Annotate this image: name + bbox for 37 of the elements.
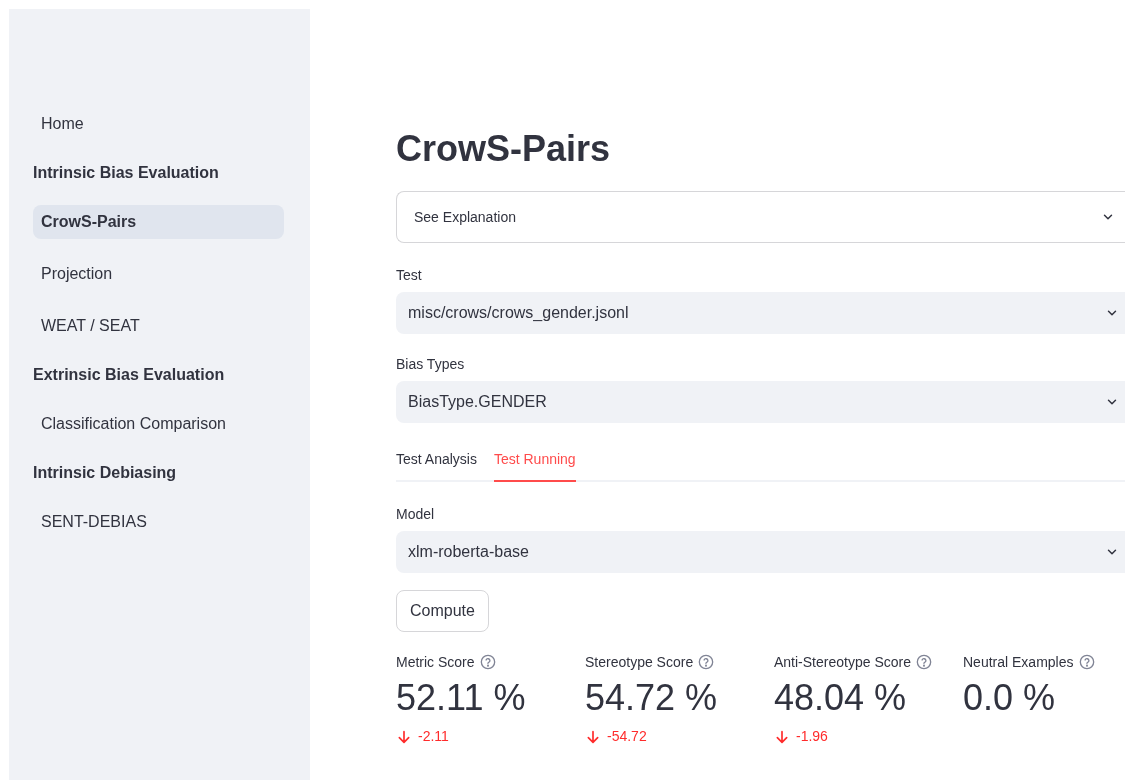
metric-delta: -1.96 <box>796 727 828 746</box>
help-icon[interactable] <box>915 654 932 670</box>
metric-value: 0.0 % <box>963 676 1057 720</box>
sidebar-section-heading: Extrinsic Bias Evaluation <box>33 365 226 385</box>
sidebar-item[interactable]: CrowS-Pairs <box>33 205 284 239</box>
metric-value: 54.72 % <box>585 676 719 720</box>
metric-label: Neutral Examples <box>963 652 1074 672</box>
select-field[interactable]: BiasType.GENDER <box>396 381 1125 423</box>
sidebar-section-heading: Intrinsic Bias Evaluation <box>33 163 220 183</box>
page-title: CrowS-Pairs <box>396 127 612 171</box>
down-arrow-icon <box>774 728 790 745</box>
sidebar-item[interactable]: Home <box>33 107 284 141</box>
metric-value: 52.11 % <box>396 676 527 720</box>
metric-label: Stereotype Score <box>585 652 694 672</box>
help-icon[interactable] <box>698 654 715 670</box>
field-label: Test <box>396 267 423 284</box>
select-field[interactable]: misc/crows/crows_gender.jsonl <box>396 292 1125 334</box>
metric-delta: -2.11 <box>418 727 449 746</box>
select-field[interactable]: xlm-roberta-base <box>396 531 1125 573</box>
compute-button[interactable]: Compute <box>396 590 489 632</box>
help-icon[interactable] <box>1078 654 1095 670</box>
sidebar-item[interactable]: SENT-DEBIAS <box>33 505 284 539</box>
field-label: Bias Types <box>396 356 466 373</box>
sidebar-section-heading: Intrinsic Debiasing <box>33 463 178 483</box>
metric-value: 48.04 % <box>774 676 908 720</box>
sidebar-item[interactable]: Classification Comparison <box>33 407 284 441</box>
sidebar-item[interactable]: Projection <box>33 257 284 291</box>
expander[interactable]: See Explanation <box>396 191 1125 243</box>
metric-label: Anti-Stereotype Score <box>774 652 911 672</box>
help-icon[interactable] <box>479 654 496 670</box>
tab[interactable]: Test Analysis <box>396 449 477 482</box>
down-arrow-icon <box>396 728 412 745</box>
metric-delta: -54.72 <box>607 727 647 746</box>
field-label: Model <box>396 506 436 523</box>
down-arrow-icon <box>585 728 601 745</box>
metric-label: Metric Score <box>396 652 475 672</box>
sidebar-item[interactable]: WEAT / SEAT <box>33 309 284 343</box>
